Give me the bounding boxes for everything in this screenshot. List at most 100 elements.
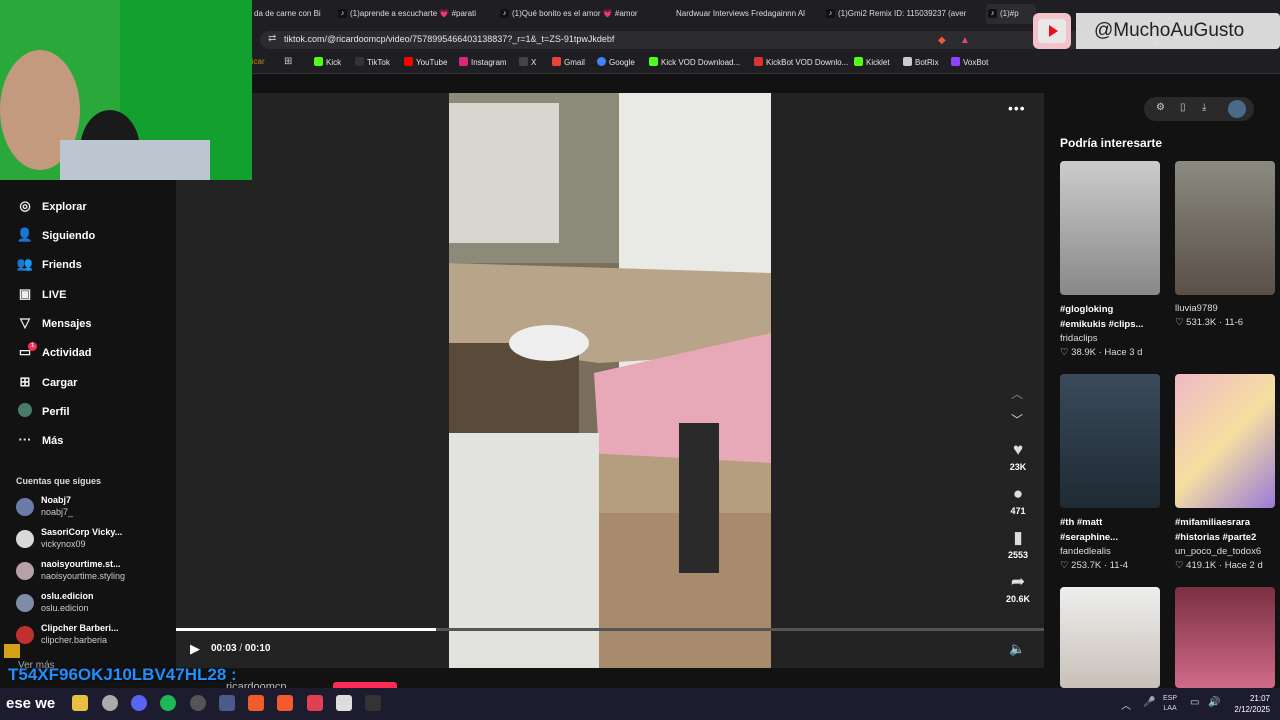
bookmark-voxbot[interactable]: VoxBot [951,57,988,67]
app-icon[interactable] [102,695,118,711]
brave-rewards-icon[interactable]: ▲ [960,35,970,46]
bookmark-gmail[interactable]: Gmail [552,57,585,67]
youtube-logo-icon [1033,13,1071,49]
settings-icon[interactable]: ⚙ [1156,102,1165,113]
system-clock[interactable]: 21:07 2/12/2025 [1226,693,1270,715]
like-count: 23K [1009,462,1027,472]
webcam-image [0,0,252,180]
brave-icon[interactable] [277,695,293,711]
site-info-icon: ⇄ [268,33,277,44]
brave-beta-icon[interactable] [307,695,323,711]
bookmark-kick[interactable]: Kick [314,57,341,67]
messages-icon: ▽ [20,315,30,330]
browser-tab[interactable]: ♪ (1)aprende a escucharte 💗 #parati [336,4,486,24]
bookmark-kick-vod[interactable]: Kick VOD Download... [649,57,740,67]
bookmark-x[interactable]: X [519,57,536,67]
browser-tab[interactable]: da de carne con Bi [250,4,328,24]
download-icon[interactable]: ⤓ [1202,102,1206,113]
volume-tray-icon[interactable]: 🔊 [1208,697,1220,708]
brave-icon[interactable] [248,695,264,711]
avatar [16,594,34,612]
share-count: 20.6K [1005,594,1031,604]
kick-icon [314,57,323,66]
recommendation-card[interactable] [1175,587,1275,688]
sidebar-item-cargar[interactable]: ⊞ Cargar [16,371,78,393]
user-avatar-icon[interactable] [1228,100,1246,118]
bookmark-youtube[interactable]: YouTube [404,57,447,67]
sidebar-item-perfil[interactable]: Perfil [16,400,70,422]
play-icon[interactable]: ▶ [190,641,200,657]
file-explorer-icon[interactable] [72,695,88,711]
language-indicator[interactable]: ESP LAA [1163,694,1177,714]
network-icon[interactable]: ▭ [1190,697,1199,708]
app-icon[interactable] [219,695,235,711]
tray-chevron-icon[interactable]: ︿ [1121,697,1131,712]
previous-video-icon[interactable]: ︿ [1011,385,1023,402]
comment-button[interactable]: ● 471 [1000,484,1036,516]
webcam-overlay [0,0,252,180]
obs-icon[interactable] [190,695,206,711]
kick-icon [649,57,658,66]
file-icon[interactable] [336,695,352,711]
bookmark-kicklet[interactable]: Kicklet [854,57,890,67]
sidebar-item-explorar[interactable]: ◎ Explorar [16,195,86,217]
recommendation-card[interactable]: #th #matt #seraphine... fandedlealis ♡ 2… [1060,374,1160,573]
upload-icon: ⊞ [19,374,31,389]
volume-icon[interactable]: 🔈 [1009,641,1025,657]
browser-tab[interactable]: Nardwuar Interviews Fredagainnn Al [662,4,812,24]
start-label[interactable]: ese we [6,695,55,712]
capcut-icon[interactable] [365,695,381,711]
spotify-icon[interactable] [160,695,176,711]
sidebar-item-live[interactable]: ▣ LIVE [16,283,67,305]
crown-icon [4,644,20,658]
bookmark-botrix[interactable]: BotRix [903,57,939,67]
x-icon [519,57,528,66]
activity-icon: ▭ 1 [16,341,37,363]
profile-icon [16,400,34,422]
video-thumbnail [1175,161,1275,295]
sidebar-item-friends[interactable]: 👥 Friends [16,253,82,275]
recommendation-card[interactable]: #mifamiliaesrara #historias #parte2 un_p… [1175,374,1275,573]
code-overlay: T54XF96OKJ10LBV47HL28 : [8,665,237,684]
sidebar-item-siguiendo[interactable]: 👤 Siguiendo [16,224,95,246]
browser-tab[interactable]: ♪ (1)Qué bonito es el amor 💗 #amor [498,4,648,24]
friends-icon: 👥 [16,256,34,271]
brave-shield-icon[interactable]: ◆ [938,35,946,46]
more-options-icon[interactable]: ••• [1008,100,1026,116]
recommendation-card[interactable] [1060,587,1160,688]
video-frame[interactable] [449,93,771,668]
microphone-icon[interactable]: 🎤 [1143,697,1155,708]
bookmark-google[interactable]: Google [597,57,635,67]
sidebar-item-mensajes[interactable]: ▽ Mensajes [16,312,92,334]
kicklet-icon [854,57,863,66]
google-icon [597,57,606,66]
sidebar-item-mas[interactable]: ··· Más [16,429,64,451]
recommendation-card[interactable]: #glogloking #emikukis #clips... fridacli… [1060,161,1160,360]
heart-icon: ♥ [1012,440,1024,459]
bookmark-item[interactable]: licar [250,57,265,66]
browser-tab[interactable]: ♪ (1)Gmi2 Remix ID: 115039237 (aver [824,4,974,24]
mobile-icon[interactable]: ▯ [1180,102,1186,113]
bookmark-kickbot-vod[interactable]: KickBot VOD Downlo... [754,57,848,67]
next-video-icon[interactable]: ﹀ [1011,411,1023,428]
url-text: tiktok.com/@ricardoomcp/video/7578995466… [284,34,615,44]
bookmark-instagram[interactable]: Instagram [459,57,507,67]
avatar [16,498,34,516]
apps-grid-icon[interactable]: ⊞ [284,56,292,67]
recommendation-card[interactable]: lluvia9789 ♡ 531.3K · 11-6 [1175,161,1275,330]
bookmark-tiktok[interactable]: TikTok [355,57,390,67]
sidebar-item-actividad[interactable]: ▭ 1 Actividad [16,341,92,363]
bookmark-icon: ▮ [1013,528,1023,547]
voxbot-icon [951,57,960,66]
save-button[interactable]: ▮ 2553 [1000,528,1036,560]
like-button[interactable]: ♥ 23K [1000,440,1036,472]
avatar [16,562,34,580]
video-thumbnail [1175,587,1275,688]
browser-tab-active[interactable]: ♪ (1)#p [986,4,1036,24]
following-section-title: Cuentas que sigues [16,476,102,486]
share-button[interactable]: ➦ 20.6K [1000,572,1036,604]
discord-icon[interactable] [131,695,147,711]
video-progress-bar[interactable] [176,628,1044,631]
youtube-handle: @MuchoAuGusto [1076,13,1280,49]
tiktok-tab-icon: ♪ [500,9,509,18]
